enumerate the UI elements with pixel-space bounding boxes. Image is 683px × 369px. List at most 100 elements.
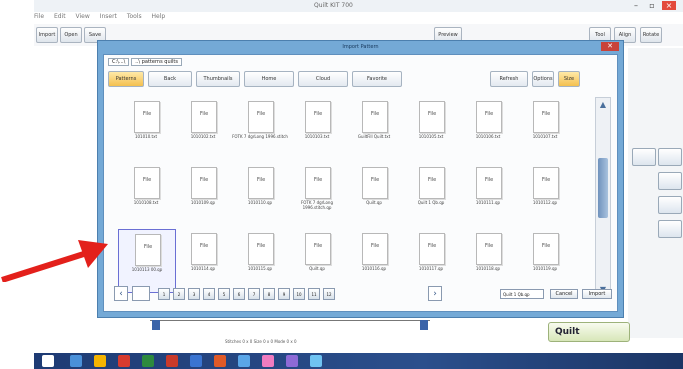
page-button[interactable]: 8 <box>263 288 275 300</box>
patterns-folder-button[interactable]: Patterns <box>108 71 144 87</box>
minimize-button[interactable]: – <box>630 1 642 10</box>
file-scrollbar[interactable]: ▲ ▼ <box>595 97 611 297</box>
scroll-thumb[interactable] <box>598 158 608 218</box>
quilt-app-icon[interactable] <box>262 355 274 367</box>
open-tool-button[interactable]: Open <box>60 27 82 43</box>
file-label: Quilt.qp <box>309 266 325 271</box>
close-button[interactable]: × <box>662 1 676 10</box>
file-item[interactable]: File 1010105.txt <box>403 97 459 159</box>
path-bar: C:\...\ ..\ patterns quilts <box>108 58 258 68</box>
page-button[interactable]: 7 <box>248 288 260 300</box>
panel-zoom-button[interactable] <box>658 172 682 190</box>
refresh-button[interactable]: Refresh <box>490 71 528 87</box>
file-item[interactable]: File 1010118.qp <box>460 229 516 291</box>
rotate-tool-button[interactable]: Rotate <box>640 27 662 43</box>
first-page-button[interactable] <box>132 286 150 301</box>
menu-tools[interactable]: Tools <box>127 13 142 20</box>
file-item[interactable]: File 1010110.qp <box>232 163 288 225</box>
menu-insert[interactable]: Insert <box>100 13 117 20</box>
menu-edit[interactable]: Edit <box>54 13 66 20</box>
file-label: FOTK 7 dgrLong 1996.stitch <box>232 134 288 139</box>
filename-field[interactable]: Quilt 1 Qb.qp <box>500 289 544 299</box>
word-icon[interactable] <box>310 355 322 367</box>
file-label: 1010114.qp <box>190 266 216 271</box>
file-item[interactable]: File 1010103.txt <box>289 97 345 159</box>
import-tool-button[interactable]: Import <box>36 27 58 43</box>
page-button[interactable]: 3 <box>188 288 200 300</box>
file-label: 1010112.qp <box>532 200 558 205</box>
panel-print-button[interactable] <box>658 148 682 166</box>
skype-icon[interactable] <box>238 355 250 367</box>
folder-icon[interactable] <box>94 355 106 367</box>
panel-reset-button[interactable] <box>658 220 682 238</box>
maximize-button[interactable]: ▫ <box>646 1 658 10</box>
file-item[interactable]: File 101010.txt <box>118 97 174 159</box>
page-button[interactable]: 10 <box>293 288 305 300</box>
menu-view[interactable]: View <box>76 13 90 20</box>
file-item[interactable]: File 1010114.qp <box>175 229 231 291</box>
ruler-start-marker[interactable] <box>152 320 160 330</box>
file-item[interactable]: File 1010111.qp <box>460 163 516 225</box>
paint-icon[interactable] <box>286 355 298 367</box>
page-button[interactable]: 1 <box>158 288 170 300</box>
page-button[interactable]: 11 <box>308 288 320 300</box>
file-item[interactable]: File 1010115.qp <box>232 229 288 291</box>
page-button[interactable]: 4 <box>203 288 215 300</box>
excel-icon[interactable] <box>142 355 154 367</box>
firefox-icon[interactable] <box>214 355 226 367</box>
menu-file[interactable]: File <box>34 13 44 20</box>
file-item[interactable]: File 1010106.txt <box>460 97 516 159</box>
file-item[interactable]: File 1010107.txt <box>517 97 573 159</box>
file-item[interactable]: File Quilt.qp <box>289 229 345 291</box>
import-button[interactable]: Import <box>582 289 612 299</box>
size-button[interactable]: Size <box>558 71 580 87</box>
start-icon[interactable] <box>42 355 54 367</box>
home-button[interactable]: Home <box>244 71 294 87</box>
file-item[interactable]: File FOTK 7 dgrLong 1996.stitch.qp <box>289 163 345 225</box>
file-item[interactable]: File 1010112.qp <box>517 163 573 225</box>
file-item[interactable]: File 1010116.qp <box>346 229 402 291</box>
file-icon: File <box>362 167 388 199</box>
next-page-icon[interactable]: › <box>428 286 442 301</box>
path-folder[interactable]: ..\ patterns quilts <box>131 58 182 66</box>
media-icon[interactable] <box>118 355 130 367</box>
file-item[interactable]: File 1010117.qp <box>403 229 459 291</box>
file-item[interactable]: File Quilt 1 Qb.qp <box>403 163 459 225</box>
page-button[interactable]: 6 <box>233 288 245 300</box>
cloud-button[interactable]: Cloud <box>298 71 348 87</box>
prev-page-icon[interactable]: ‹ <box>114 286 128 301</box>
file-item[interactable]: File Quilt.qp <box>346 163 402 225</box>
cancel-button[interactable]: Cancel <box>550 289 578 299</box>
page-button[interactable]: 2 <box>173 288 185 300</box>
file-item[interactable]: File GuiltFill Quilt.txt <box>346 97 402 159</box>
scroll-up-icon[interactable]: ▲ <box>597 99 609 111</box>
options-button[interactable]: Options <box>532 71 554 87</box>
file-item[interactable]: File 1010119.qp <box>517 229 573 291</box>
menu-help[interactable]: Help <box>152 13 166 20</box>
dialog-body: C:\...\ ..\ patterns quilts Patterns Bac… <box>103 54 618 312</box>
ruler-end-marker[interactable] <box>420 320 428 330</box>
thumbnails-button[interactable]: Thumbnails <box>196 71 240 87</box>
page-button[interactable]: 12 <box>323 288 335 300</box>
pdf-icon[interactable] <box>166 355 178 367</box>
app-icon[interactable] <box>70 355 82 367</box>
dialog-close-button[interactable]: ✕ <box>601 42 619 51</box>
path-root[interactable]: C:\...\ <box>108 58 130 66</box>
page-button[interactable]: 9 <box>278 288 290 300</box>
panel-tool-button[interactable] <box>632 148 656 166</box>
quilt-button[interactable]: Quilt <box>548 322 630 342</box>
file-item[interactable]: File FOTK 7 dgrLong 1996.stitch <box>232 97 288 159</box>
file-item[interactable]: File 1010102.txt <box>175 97 231 159</box>
file-label: 1010105.txt <box>418 134 444 139</box>
page-button[interactable]: 5 <box>218 288 230 300</box>
panel-stitch-button[interactable] <box>658 196 682 214</box>
browser-icon[interactable] <box>190 355 202 367</box>
favorite-button[interactable]: Favorite <box>352 71 402 87</box>
file-icon: File <box>419 101 445 133</box>
app-title: Quilt KIT 700 <box>314 2 353 9</box>
timeline-ruler[interactable] <box>150 320 430 332</box>
file-item[interactable]: File 1010109.qp <box>175 163 231 225</box>
file-label: 1010109.qp <box>190 200 216 205</box>
back-button[interactable]: Back <box>148 71 192 87</box>
file-item[interactable]: File 1010108.txt <box>118 163 174 225</box>
